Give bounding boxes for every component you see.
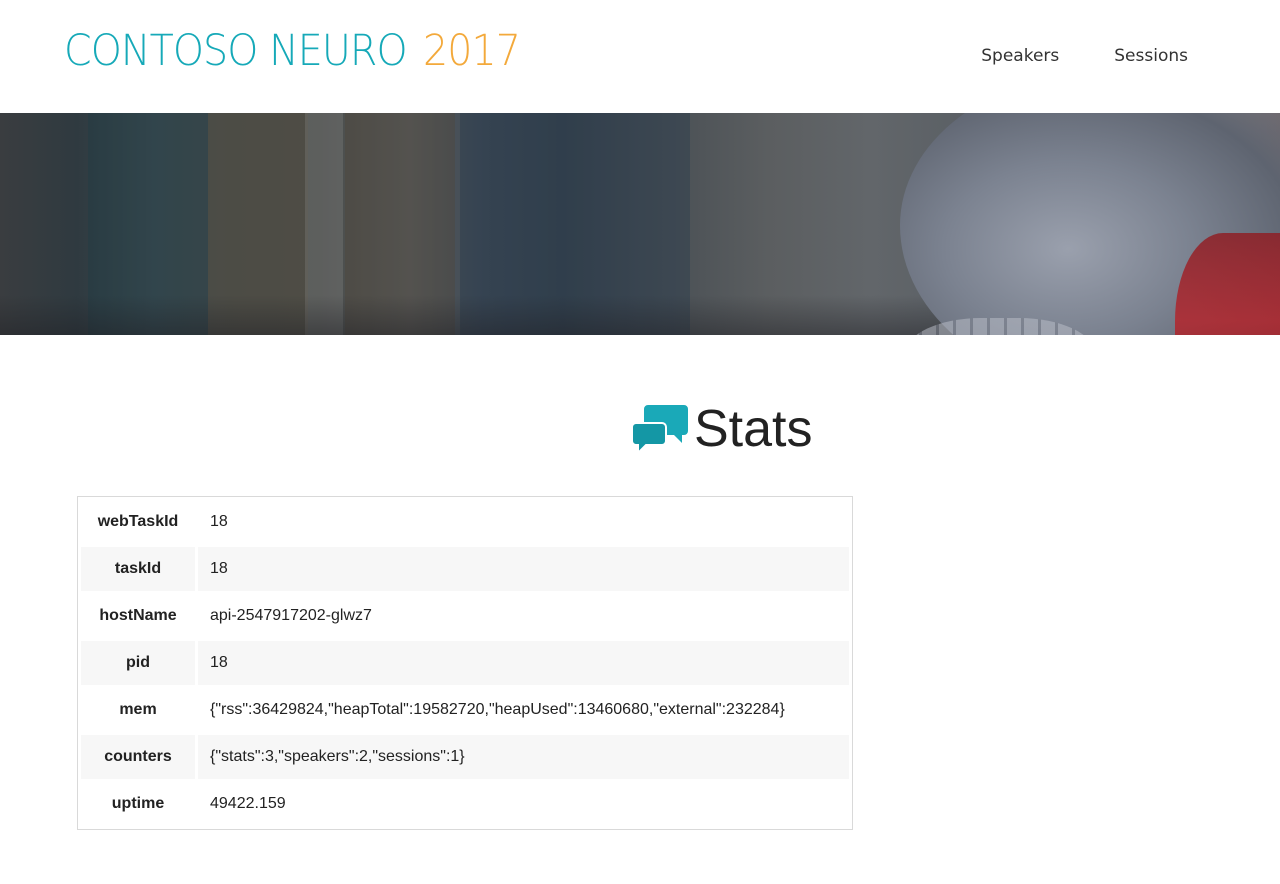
chat-bubbles-icon bbox=[632, 405, 688, 455]
row-value: api-2547917202-glwz7 bbox=[210, 607, 372, 624]
table-row: counters {"stats":3,"speakers":2,"sessio… bbox=[81, 735, 849, 779]
row-value: 18 bbox=[210, 513, 228, 530]
main-content: Stats webTaskId 18 taskId 18 hostName ap… bbox=[0, 335, 1280, 884]
row-value: 18 bbox=[198, 547, 849, 591]
table-row: hostName api-2547917202-glwz7 bbox=[81, 594, 849, 638]
row-value: {"stats":3,"speakers":2,"sessions":1} bbox=[198, 735, 849, 779]
row-key: taskId bbox=[81, 547, 195, 591]
row-key: mem bbox=[119, 701, 157, 718]
row-key: uptime bbox=[111, 795, 165, 812]
stats-table: webTaskId 18 taskId 18 hostName api-2547… bbox=[77, 496, 853, 830]
site-header: CONTOSO NEURO 2017 Speakers Sessions bbox=[0, 0, 1280, 113]
row-value: 49422.159 bbox=[210, 795, 286, 812]
nav-link-sessions[interactable]: Sessions bbox=[1114, 46, 1188, 66]
page-title: Stats bbox=[694, 400, 813, 458]
nav-link-speakers[interactable]: Speakers bbox=[981, 46, 1059, 66]
table-row: uptime 49422.159 bbox=[81, 782, 849, 826]
logo-text: CONTOSO NEURO bbox=[64, 26, 408, 76]
table-row: taskId 18 bbox=[81, 547, 849, 591]
row-key: webTaskId bbox=[97, 513, 179, 530]
row-key: hostName bbox=[99, 607, 177, 624]
logo-year: 2017 bbox=[422, 26, 521, 76]
table-row: pid 18 bbox=[81, 641, 849, 685]
hero-banner bbox=[0, 113, 1280, 335]
site-logo[interactable]: CONTOSO NEURO 2017 bbox=[64, 26, 528, 76]
table-row: webTaskId 18 bbox=[81, 500, 849, 544]
table-row: mem {"rss":36429824,"heapTotal":19582720… bbox=[81, 688, 849, 732]
row-value: {"rss":36429824,"heapTotal":19582720,"he… bbox=[210, 701, 785, 718]
row-key: counters bbox=[81, 735, 195, 779]
row-key: pid bbox=[81, 641, 195, 685]
row-value: 18 bbox=[198, 641, 849, 685]
main-nav: Speakers Sessions bbox=[981, 46, 1188, 66]
page-heading: Stats bbox=[632, 399, 813, 459]
